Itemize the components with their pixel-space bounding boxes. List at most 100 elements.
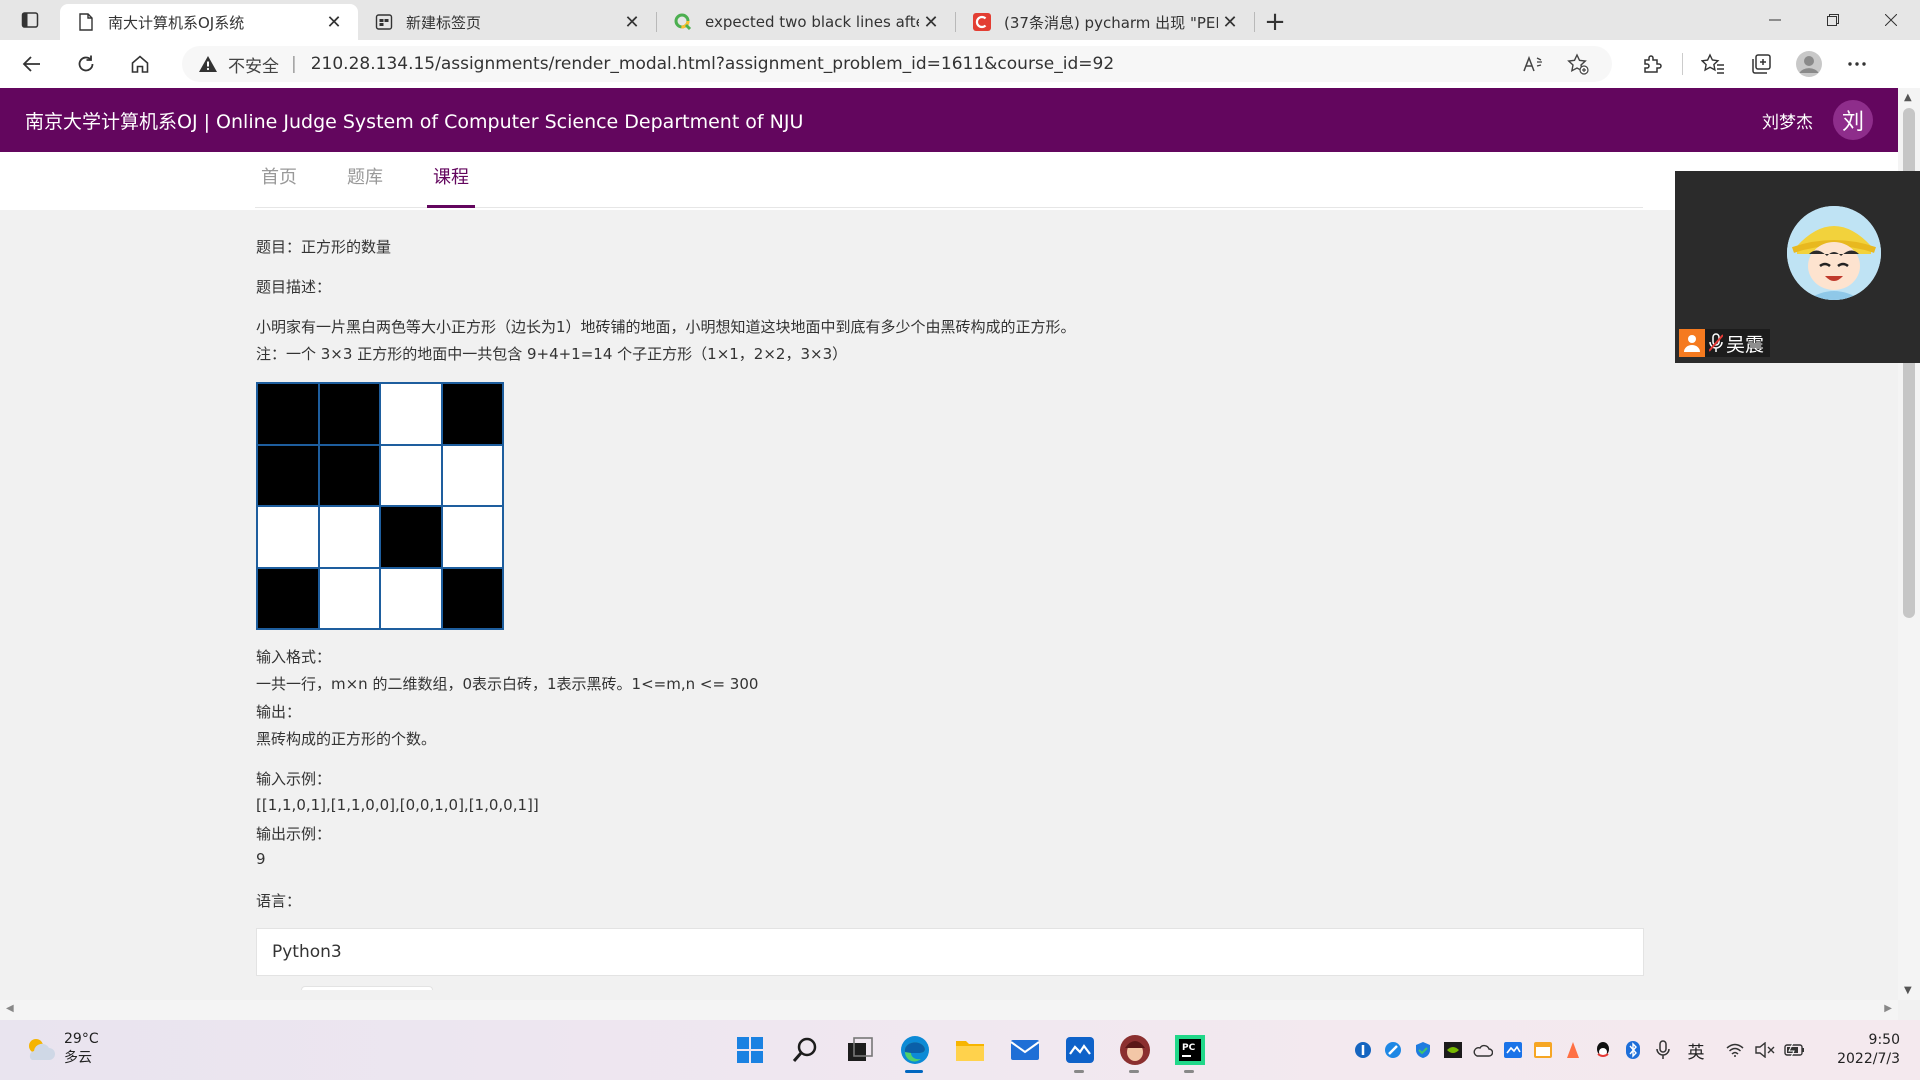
browser-tab-strip: 南大计算机系OJ系统 ✕ 新建标签页 ✕ expected two black …: [0, 0, 1920, 40]
white-tile: [442, 507, 502, 567]
site-title[interactable]: 南京大学计算机系OJ | Online Judge System of Comp…: [25, 107, 1762, 134]
scroll-down-icon[interactable]: ▼: [1904, 985, 1912, 996]
tray-whiteboard-icon[interactable]: [1498, 1036, 1528, 1064]
task-view-button[interactable]: [832, 1026, 887, 1074]
security-shield-icon[interactable]: [1408, 1036, 1438, 1064]
scroll-left-icon[interactable]: ◀: [6, 1003, 14, 1014]
start-button[interactable]: [722, 1026, 777, 1074]
close-icon[interactable]: ✕: [919, 10, 943, 34]
wifi-icon[interactable]: [1720, 1036, 1750, 1064]
address-bar[interactable]: 不安全 | 210.28.134.15/assignments/render_m…: [182, 46, 1612, 82]
weather-condition: 多云: [64, 1050, 92, 1066]
user-name[interactable]: 刘梦杰: [1762, 108, 1813, 133]
tab-csdn[interactable]: (37条消息) pycharm 出现 "PEP:8 ✕: [956, 4, 1254, 40]
add-favorite-icon[interactable]: [1560, 46, 1596, 82]
participant-name: 吴震: [1726, 333, 1765, 356]
nav-problem-bank[interactable]: 题库: [341, 152, 389, 208]
warning-icon[interactable]: [198, 55, 218, 73]
ime-indicator[interactable]: 英: [1678, 1036, 1714, 1064]
white-tile: [319, 507, 379, 567]
search-button[interactable]: [777, 1026, 832, 1074]
site-header: 南京大学计算机系OJ | Online Judge System of Comp…: [0, 88, 1898, 152]
mail-icon: [1009, 1040, 1040, 1060]
running-indicator: [1129, 1070, 1139, 1073]
read-aloud-icon[interactable]: [1516, 46, 1552, 82]
tab-actions-icon: [21, 12, 39, 28]
user-avatar[interactable]: 刘: [1833, 100, 1873, 140]
taskbar-pycharm[interactable]: PC: [1162, 1026, 1217, 1074]
tab-title: 南大计算机系OJ系统: [108, 13, 245, 32]
running-indicator: [1184, 1070, 1194, 1073]
person-icon: [1679, 329, 1705, 357]
description-text-2: 注：一个 3×3 正方形的地面中一共包含 9+4+1=14 个子正方形（1×1，…: [256, 345, 848, 363]
tab-title: expected two black lines after cl: [705, 13, 919, 31]
collections-button[interactable]: [1737, 44, 1785, 84]
browser-toolbar: 不安全 | 210.28.134.15/assignments/render_m…: [0, 40, 1920, 88]
bluetooth-icon[interactable]: [1618, 1036, 1648, 1064]
tab-actions-button[interactable]: [0, 0, 60, 40]
close-icon[interactable]: ✕: [620, 10, 644, 34]
black-tile: [442, 384, 502, 444]
tray-app1-icon[interactable]: [1348, 1036, 1378, 1064]
insecure-label[interactable]: 不安全: [228, 52, 279, 77]
tray-app-orange-icon[interactable]: [1558, 1036, 1588, 1064]
nav-courses[interactable]: 课程: [427, 152, 475, 208]
nav-home[interactable]: 首页: [255, 152, 303, 208]
video-call-tile[interactable]: 吴震: [1675, 171, 1920, 363]
taskbar-file-explorer[interactable]: [942, 1026, 997, 1074]
battery-charging-icon[interactable]: [1780, 1036, 1810, 1064]
favorites-button[interactable]: [1689, 44, 1737, 84]
weather-widget[interactable]: 29°C 多云: [24, 1030, 99, 1068]
refresh-button[interactable]: [66, 44, 106, 84]
language-label: 语言：: [256, 892, 302, 910]
clock-time: 9:50: [1868, 1032, 1900, 1048]
site-nav-tabs: 首页 题库 课程: [255, 152, 1643, 208]
more-menu-button[interactable]: [1833, 44, 1881, 84]
volume-muted-icon[interactable]: [1750, 1036, 1780, 1064]
extensions-button[interactable]: [1628, 44, 1676, 84]
restore-button[interactable]: [1804, 0, 1862, 40]
taskbar-edge[interactable]: [887, 1026, 942, 1074]
close-icon[interactable]: ✕: [322, 10, 346, 34]
taskbar-anime-app[interactable]: [1107, 1026, 1162, 1074]
horizontal-scrollbar[interactable]: ◀ ▶: [0, 1000, 1898, 1020]
tab-new-tab[interactable]: 新建标签页 ✕: [358, 4, 656, 40]
microphone-icon[interactable]: [1648, 1036, 1678, 1064]
tab-search-result[interactable]: expected two black lines after cl ✕: [657, 4, 955, 40]
calendar-app-icon[interactable]: [1528, 1036, 1558, 1064]
new-tab-button[interactable]: +: [1255, 4, 1295, 40]
tray-app2-icon[interactable]: [1378, 1036, 1408, 1064]
page-icon: [76, 12, 96, 32]
language-select[interactable]: Python3: [256, 928, 1644, 976]
scroll-up-icon[interactable]: ▲: [1904, 92, 1912, 103]
profile-button[interactable]: [1785, 44, 1833, 84]
system-clock[interactable]: 9:50 2022/7/3: [1837, 1031, 1900, 1069]
problem-title: 题目：正方形的数量: [256, 238, 392, 256]
active-indicator: [905, 1070, 923, 1073]
participant-avatar: [1787, 206, 1881, 300]
close-icon[interactable]: ✕: [1218, 10, 1242, 34]
onedrive-icon[interactable]: [1468, 1036, 1498, 1064]
sample-output-value: 9: [256, 850, 266, 868]
restore-icon: [1827, 14, 1839, 26]
taskbar-mail[interactable]: [997, 1026, 1052, 1074]
back-button[interactable]: [12, 44, 52, 84]
output-label: 输出：: [256, 703, 302, 721]
close-window-icon: [1885, 14, 1897, 26]
sample-input-label: 输入示例：: [256, 770, 332, 788]
taskbar-whiteboard[interactable]: [1052, 1026, 1107, 1074]
csdn-icon: [972, 12, 992, 32]
folder-icon: [955, 1041, 984, 1061]
home-button[interactable]: [120, 44, 160, 84]
url-text[interactable]: 210.28.134.15/assignments/render_modal.h…: [311, 54, 1508, 74]
close-window-button[interactable]: [1862, 0, 1920, 40]
scroll-right-icon[interactable]: ▶: [1884, 1003, 1892, 1014]
tab-nju-oj[interactable]: 南大计算机系OJ系统 ✕: [60, 4, 358, 40]
qq-icon[interactable]: [1588, 1036, 1618, 1064]
next-control-partial[interactable]: [301, 986, 433, 990]
mic-muted-icon: [1709, 333, 1723, 353]
home-icon: [131, 55, 149, 73]
nvidia-icon[interactable]: [1438, 1036, 1468, 1064]
newtab-icon: [374, 12, 394, 32]
minimize-button[interactable]: [1746, 0, 1804, 40]
